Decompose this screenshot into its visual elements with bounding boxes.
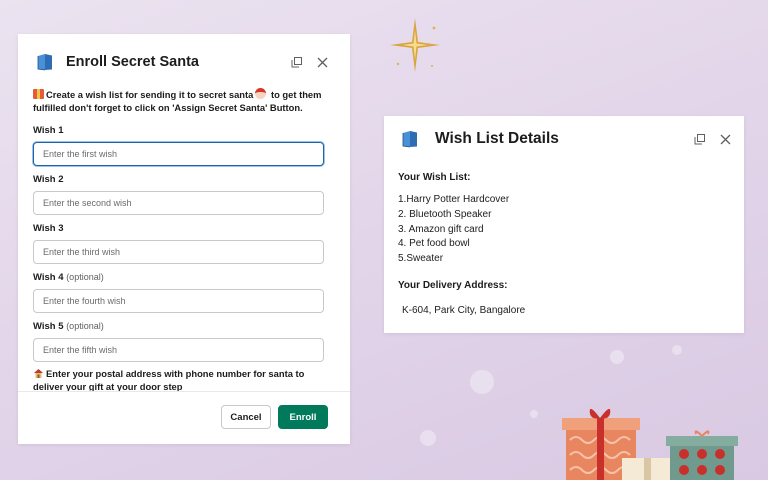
cancel-button[interactable]: Cancel: [221, 405, 271, 429]
wish-3-input[interactable]: [33, 240, 324, 264]
address-note: Enter your postal address with phone num…: [33, 367, 333, 393]
enroll-secret-santa-modal: Enroll Secret Santa Create a wish list f…: [18, 34, 350, 444]
background-bokeh: [672, 345, 682, 355]
address-note-text: Enter your postal address with phone num…: [33, 368, 305, 392]
wish-list-label: Your Wish List:: [398, 172, 471, 183]
delivery-address-value: K-604, Park City, Bangalore: [402, 305, 526, 316]
modal-header-buttons: [289, 55, 329, 69]
modal-title: Wish List Details: [435, 130, 559, 147]
wish-1-input[interactable]: [33, 142, 324, 166]
wish-list-details-modal: Wish List Details Your Wish List: 1.Harr…: [384, 116, 744, 333]
intro-text: Create a wish list for sending it to sec…: [33, 88, 333, 114]
close-icon[interactable]: [718, 132, 732, 146]
list-item: 1.Harry Potter Hardcover: [398, 194, 510, 205]
modal-title: Enroll Secret Santa: [66, 54, 199, 70]
optional-hint: (optional): [66, 321, 104, 331]
background-bokeh: [420, 430, 436, 446]
modal-header: Enroll Secret Santa: [18, 34, 350, 90]
delivery-address-label: Your Delivery Address:: [398, 280, 508, 291]
optional-hint: (optional): [66, 272, 104, 282]
footer-divider: [18, 391, 350, 392]
list-item: 3. Amazon gift card: [398, 223, 484, 235]
background-bokeh: [470, 370, 494, 394]
modal-header: Wish List Details: [384, 116, 744, 162]
wish-list: 1.Harry Potter Hardcover 2. Bluetooth Sp…: [398, 193, 509, 267]
list-item: 5.Sweater: [398, 253, 444, 265]
wish-4-input[interactable]: [33, 289, 324, 313]
wish-5-input[interactable]: [33, 338, 324, 362]
close-icon[interactable]: [315, 55, 329, 69]
wish-2-label: Wish 2: [33, 174, 64, 185]
list-item: 4. Pet food bowl: [398, 238, 470, 250]
gift-icon: [33, 89, 44, 99]
wish-5-field: Wish 5 (optional): [33, 321, 324, 362]
house-icon: [34, 369, 43, 378]
expand-icon[interactable]: [692, 132, 706, 146]
wish-2-input[interactable]: [33, 191, 324, 215]
background-bokeh: [610, 350, 624, 364]
wish-4-field: Wish 4 (optional): [33, 272, 324, 313]
expand-icon[interactable]: [289, 55, 303, 69]
modal-header-buttons: [692, 132, 732, 146]
santa-icon: [255, 88, 267, 99]
wish-3-label: Wish 3: [33, 223, 64, 234]
wish-5-label: Wish 5 (optional): [33, 321, 104, 332]
wish-1-label: Wish 1: [33, 125, 64, 136]
gift-boxes-decoration: [562, 408, 738, 480]
wish-3-field: Wish 3: [33, 223, 324, 264]
wish-4-label: Wish 4 (optional): [33, 272, 104, 283]
background-bokeh: [530, 410, 538, 418]
intro-text-part1: Create a wish list for sending it to sec…: [46, 89, 254, 100]
book-icon: [37, 54, 52, 71]
wish-2-field: Wish 2: [33, 174, 324, 215]
list-item: 2. Bluetooth Speaker: [398, 208, 492, 220]
sparkle-decoration: [390, 18, 440, 72]
book-icon: [402, 131, 417, 148]
wish-1-field: Wish 1: [33, 125, 324, 166]
enroll-button[interactable]: Enroll: [278, 405, 328, 429]
